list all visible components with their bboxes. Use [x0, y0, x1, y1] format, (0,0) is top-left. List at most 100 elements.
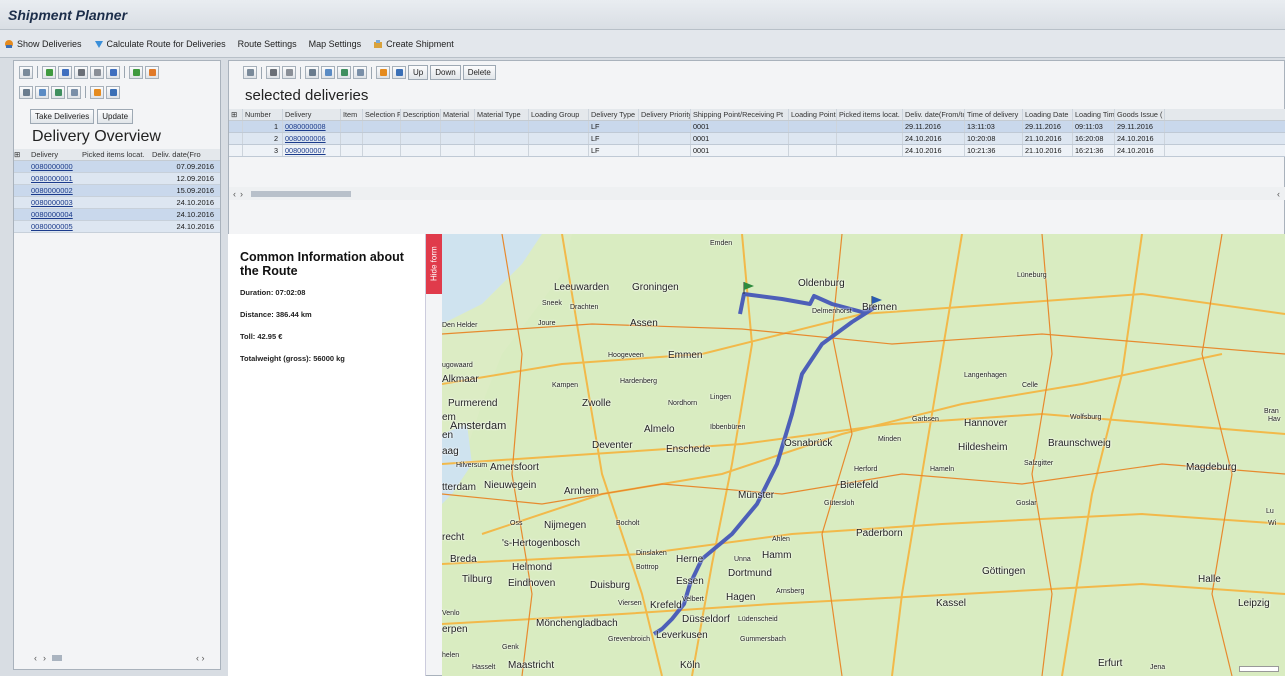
delivery-link[interactable]: 0080000002	[28, 186, 82, 195]
table-row[interactable]: 0080000000 07.09.2016	[14, 161, 220, 173]
scroll-right-icon[interactable]: ›	[43, 653, 46, 663]
print-icon[interactable]	[305, 66, 319, 79]
column-header[interactable]: Delivery	[28, 150, 82, 159]
layout-icon[interactable]	[353, 66, 367, 79]
select-all-icon[interactable]: ⊞	[14, 150, 28, 159]
delivery-link[interactable]: 0080000001	[28, 174, 82, 183]
select-all-icon[interactable]: ⊞	[229, 109, 243, 120]
delivery-link[interactable]: 0080000006	[283, 133, 341, 144]
delivery-link[interactable]: 0080000000	[28, 162, 82, 171]
column-header[interactable]: Delivery	[283, 109, 341, 120]
delivery-link[interactable]: 0080000007	[283, 145, 341, 156]
table-cell: 1	[243, 121, 283, 132]
right-horizontal-scroll[interactable]: ‹ › ‹	[229, 187, 1285, 200]
info-icon[interactable]	[106, 85, 120, 99]
map-city-label: Mönchengladbach	[536, 618, 618, 629]
print-icon[interactable]	[19, 85, 33, 99]
column-header[interactable]: Loading Group	[529, 109, 589, 120]
table-cell	[529, 121, 589, 132]
left-scroll-arrows[interactable]: ‹ ›	[196, 653, 205, 663]
column-header[interactable]: Time of delivery	[965, 109, 1023, 120]
show-deliveries-menu[interactable]: Show Deliveries	[4, 39, 82, 49]
table-row[interactable]: 0080000001 12.09.2016	[14, 173, 220, 185]
route-settings-menu[interactable]: Route Settings	[238, 39, 297, 49]
delivery-link[interactable]: 0080000003	[28, 198, 82, 207]
table-row[interactable]: 0080000004 24.10.2016	[14, 209, 220, 221]
down-button[interactable]: Down	[430, 65, 461, 80]
map-city-label: Maastricht	[508, 660, 555, 671]
column-header[interactable]: Goods Issue (	[1115, 109, 1165, 120]
table-row[interactable]: 0080000002 15.09.2016	[14, 185, 220, 197]
left-horizontal-scroll[interactable]: ‹ ›	[34, 653, 62, 663]
delete-button[interactable]: Delete	[462, 65, 496, 80]
subtotal-icon[interactable]	[145, 65, 159, 79]
delivery-link[interactable]: 0080000004	[28, 210, 82, 219]
scroll-right-end-icon[interactable]: ‹	[1277, 189, 1280, 199]
column-header[interactable]: Description	[401, 109, 441, 120]
column-header[interactable]: Material Type	[475, 109, 529, 120]
calculate-route-menu[interactable]: Calculate Route for Deliveries	[94, 39, 226, 49]
find-next-icon[interactable]	[90, 65, 104, 79]
up-button[interactable]: Up	[408, 65, 429, 80]
row-selector[interactable]	[229, 145, 243, 156]
scroll-thumb[interactable]	[251, 190, 351, 197]
table-row[interactable]: 2 0080000006 LF 0001 24.10.2016 10:20:08 21.10…	[229, 133, 1285, 145]
graphic-icon[interactable]	[90, 85, 104, 99]
column-header[interactable]: Delivery Priority	[639, 109, 691, 120]
table-row[interactable]: 1 0080000008 LF 0001 29.11.2016 13:11:03 29.11…	[229, 121, 1285, 133]
info-icon[interactable]	[392, 66, 406, 79]
delivery-link[interactable]: 0080000005	[28, 222, 82, 231]
filter-icon[interactable]	[106, 65, 120, 79]
scroll-thumb[interactable]	[52, 655, 62, 661]
route-map[interactable]: Emden Lüneburg Leeuwarden Groningen Oldenbur…	[442, 234, 1285, 676]
export-icon[interactable]	[51, 85, 65, 99]
scroll-left-icon[interactable]: ‹	[34, 653, 37, 663]
column-header[interactable]: Item	[341, 109, 363, 120]
table-row[interactable]: 0080000005 24.10.2016	[14, 221, 220, 233]
hide-form-tab[interactable]: Hide form	[426, 234, 442, 294]
delivery-date-cell: 07.09.2016	[176, 162, 214, 171]
create-shipment-menu[interactable]: Create Shipment	[373, 39, 454, 49]
export-icon[interactable]	[337, 66, 351, 79]
row-selector[interactable]	[229, 121, 243, 132]
total-icon[interactable]	[129, 65, 143, 79]
column-header[interactable]: Deliv. date(Fro	[152, 150, 218, 159]
column-header[interactable]: Delivery Type	[589, 109, 639, 120]
delivery-link[interactable]: 0080000008	[283, 121, 341, 132]
table-cell: 24.10.2016	[1115, 145, 1165, 156]
column-header[interactable]: Selection Flag	[363, 109, 401, 120]
layout-icon[interactable]	[67, 85, 81, 99]
selected-deliveries-grid: ⊞NumberDeliveryItemSelection FlagDescrip…	[229, 109, 1285, 157]
map-city-label: erpen	[442, 624, 468, 635]
update-button[interactable]: Update	[97, 109, 134, 124]
map-settings-menu[interactable]: Map Settings	[309, 39, 362, 49]
column-header[interactable]: Material	[441, 109, 475, 120]
sort-descending-icon[interactable]	[58, 65, 72, 79]
column-header[interactable]: Shipping Point/Receiving Pt	[691, 109, 789, 120]
map-city-label: Garbsen	[912, 416, 939, 423]
column-header[interactable]: Deliv. date(From/to)	[903, 109, 965, 120]
details-icon[interactable]	[243, 66, 257, 79]
take-deliveries-button[interactable]: Take Deliveries	[30, 109, 95, 124]
scroll-right-icon[interactable]: ›	[240, 189, 243, 199]
row-selector[interactable]	[229, 133, 243, 144]
view-icon[interactable]	[35, 85, 49, 99]
map-city-label: Gummersbach	[740, 636, 786, 643]
column-header[interactable]: Loading Time	[1073, 109, 1115, 120]
graphic-icon[interactable]	[376, 66, 390, 79]
map-city-label: Herford	[854, 466, 878, 473]
find-next-icon[interactable]	[282, 66, 296, 79]
column-header[interactable]: Loading Point	[789, 109, 837, 120]
view-icon[interactable]	[321, 66, 335, 79]
details-icon[interactable]	[19, 65, 33, 79]
find-icon[interactable]	[74, 65, 88, 79]
table-row[interactable]: 0080000003 24.10.2016	[14, 197, 220, 209]
table-row[interactable]: 3 0080000007 LF 0001 24.10.2016 10:21:36 21.10…	[229, 145, 1285, 157]
column-header[interactable]: Loading Date	[1023, 109, 1073, 120]
column-header[interactable]: Number	[243, 109, 283, 120]
sort-ascending-icon[interactable]	[42, 65, 56, 79]
scroll-left-icon[interactable]: ‹	[233, 189, 236, 199]
column-header[interactable]: Picked items locat.	[82, 150, 152, 159]
find-icon[interactable]	[266, 66, 280, 79]
column-header[interactable]: Picked items locat.	[837, 109, 903, 120]
